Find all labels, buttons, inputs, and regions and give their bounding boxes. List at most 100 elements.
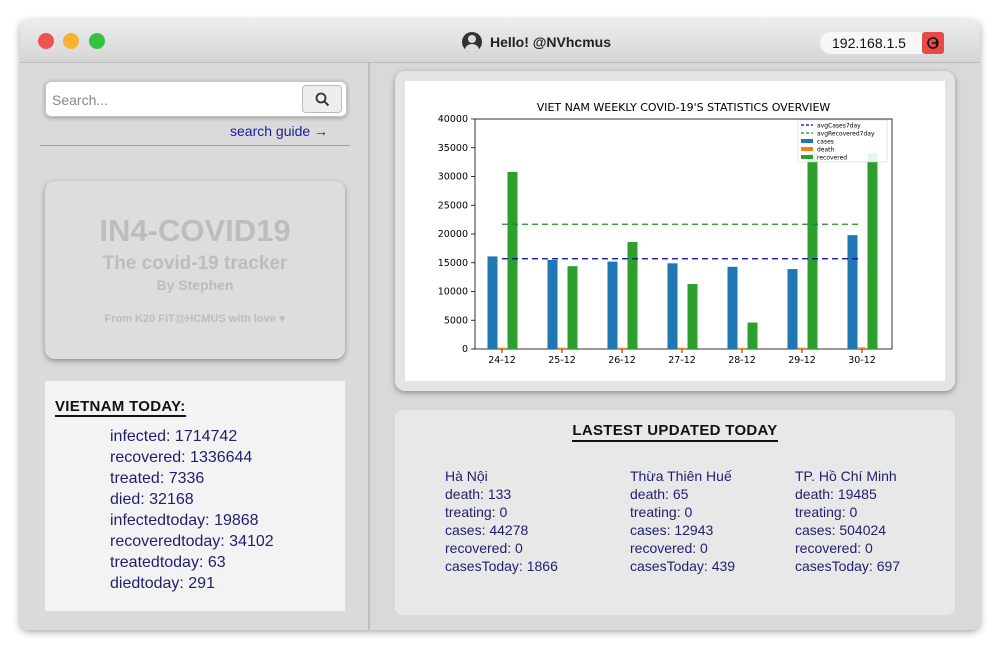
bar-recovered bbox=[867, 152, 878, 349]
legend-swatch-death bbox=[801, 147, 813, 151]
brand-card: IN4-COVID19 The covid-19 tracker By Step… bbox=[45, 181, 345, 359]
app-window: Hello! @NVhcmus 192.168.1.5 search gu bbox=[20, 20, 980, 630]
stat-infected: infected: 1714742 bbox=[110, 428, 238, 445]
legend-label: cases bbox=[817, 139, 834, 146]
city-death: death: 65 bbox=[630, 486, 689, 502]
bar-death bbox=[857, 347, 866, 349]
user-greeting: Hello! @NVhcmus bbox=[462, 32, 611, 52]
city-recovered: recovered: 0 bbox=[630, 540, 708, 556]
latest-updated-card: LASTEST UPDATED TODAY Hà Nội death: 133 … bbox=[395, 410, 955, 615]
city-cases: cases: 44278 bbox=[445, 522, 529, 538]
chart-title: VIET NAM WEEKLY COVID-19'S STATISTICS OV… bbox=[537, 101, 831, 114]
legend-label: recovered bbox=[817, 155, 847, 162]
x-tick-label: 29-12 bbox=[788, 355, 816, 366]
city-name: Thừa Thiên Huế bbox=[630, 468, 732, 484]
y-tick-label: 35000 bbox=[438, 143, 468, 154]
title-bar: Hello! @NVhcmus 192.168.1.5 bbox=[20, 20, 980, 63]
stat-treated: treated: 7336 bbox=[110, 470, 205, 487]
bar-death bbox=[617, 347, 626, 350]
y-tick-label: 10000 bbox=[438, 287, 468, 298]
x-tick-label: 26-12 bbox=[608, 355, 636, 366]
stat-died-today: diedtoday: 291 bbox=[110, 575, 215, 592]
stat-infected-today: infectedtoday: 19868 bbox=[110, 512, 259, 529]
ip-address-text: 192.168.1.5 bbox=[832, 35, 906, 51]
legend-swatch-recovered bbox=[801, 155, 813, 159]
city-cases-today: casesToday: 439 bbox=[630, 558, 736, 574]
stat-died: died: 32168 bbox=[110, 491, 194, 508]
user-avatar-icon bbox=[462, 32, 482, 52]
x-tick-label: 25-12 bbox=[548, 355, 576, 366]
city-death: death: 133 bbox=[445, 486, 512, 502]
bar-death bbox=[557, 347, 566, 350]
logout-button[interactable] bbox=[922, 32, 944, 54]
close-window-button[interactable] bbox=[38, 33, 54, 49]
bar-death bbox=[797, 347, 806, 350]
bar-recovered bbox=[807, 153, 818, 349]
x-tick-label: 28-12 bbox=[728, 355, 756, 366]
vietnam-today-title: VIETNAM TODAY: bbox=[55, 398, 186, 417]
brand-title: IN4-COVID19 bbox=[99, 213, 291, 248]
city-card-hcm: TP. Hồ Chí Minh death: 19485 treating: 0… bbox=[795, 467, 900, 575]
maximize-window-button[interactable] bbox=[89, 33, 105, 49]
chart-area: VIET NAM WEEKLY COVID-19'S STATISTICS OV… bbox=[405, 81, 945, 381]
legend-label: avgCases7day bbox=[817, 123, 861, 130]
vietnam-today-list: infected: 1714742 recovered: 1336644 tre… bbox=[110, 426, 274, 594]
bar-death bbox=[677, 347, 686, 350]
city-cases-today: casesToday: 1866 bbox=[445, 558, 558, 574]
x-tick-label: 30-12 bbox=[848, 355, 876, 366]
stat-recovered-today: recoveredtoday: 34102 bbox=[110, 533, 274, 550]
city-cases: cases: 12943 bbox=[630, 522, 714, 538]
bar-cases bbox=[667, 263, 678, 349]
bar-cases bbox=[847, 235, 858, 349]
legend-label: avgRecovered7day bbox=[817, 131, 875, 138]
weekly-statistics-chart: VIET NAM WEEKLY COVID-19'S STATISTICS OV… bbox=[438, 101, 893, 366]
city-card-hanoi: Hà Nội death: 133 treating: 0 cases: 442… bbox=[445, 467, 558, 575]
chart-card: VIET NAM WEEKLY COVID-19'S STATISTICS OV… bbox=[395, 71, 955, 391]
city-treating: treating: 0 bbox=[630, 504, 693, 520]
brand-subtitle: The covid-19 tracker bbox=[102, 253, 288, 274]
bar-recovered bbox=[567, 266, 578, 349]
bar-cases bbox=[787, 269, 798, 349]
minimize-window-button[interactable] bbox=[63, 33, 79, 49]
bar-cases bbox=[487, 256, 498, 349]
y-tick-label: 5000 bbox=[444, 315, 468, 326]
latest-updated-title: LASTEST UPDATED TODAY bbox=[395, 422, 955, 442]
x-tick-label: 24-12 bbox=[488, 355, 516, 366]
search-icon bbox=[315, 92, 329, 106]
city-recovered: recovered: 0 bbox=[795, 540, 873, 556]
search-guide-link[interactable]: search guide → bbox=[230, 123, 328, 139]
stat-recovered: recovered: 1336644 bbox=[110, 449, 253, 466]
left-panel: search guide → IN4-COVID19 The covid-19 … bbox=[20, 63, 370, 630]
brand-credit: From K20 FIT@HCMUS with love ♥ bbox=[104, 313, 286, 325]
y-tick-label: 40000 bbox=[438, 114, 468, 125]
y-tick-label: 15000 bbox=[438, 258, 468, 269]
bar-recovered bbox=[507, 171, 518, 349]
logout-icon bbox=[927, 37, 940, 49]
search-button[interactable] bbox=[302, 85, 342, 113]
bar-cases bbox=[727, 266, 738, 349]
y-tick-label: 20000 bbox=[438, 229, 468, 240]
bar-death bbox=[497, 347, 506, 350]
city-cases-today: casesToday: 697 bbox=[795, 558, 901, 574]
city-treating: treating: 0 bbox=[795, 504, 858, 520]
y-tick-label: 0 bbox=[462, 344, 468, 355]
bar-cases bbox=[547, 259, 558, 349]
city-recovered: recovered: 0 bbox=[445, 540, 523, 556]
legend-swatch-cases bbox=[801, 139, 813, 143]
search-box bbox=[45, 81, 347, 117]
bar-recovered bbox=[747, 322, 758, 349]
city-death: death: 19485 bbox=[795, 486, 877, 502]
bar-recovered bbox=[687, 284, 698, 349]
city-treating: treating: 0 bbox=[445, 504, 508, 520]
search-input[interactable] bbox=[50, 86, 294, 114]
legend-label: death bbox=[817, 147, 835, 154]
city-name: TP. Hồ Chí Minh bbox=[795, 468, 897, 484]
bar-death bbox=[737, 347, 746, 350]
greeting-text: Hello! @NVhcmus bbox=[490, 34, 612, 50]
brand-author: By Stephen bbox=[156, 277, 234, 293]
city-card-hue: Thừa Thiên Huế death: 65 treating: 0 cas… bbox=[630, 467, 735, 575]
divider bbox=[40, 145, 350, 146]
vietnam-today-panel: VIETNAM TODAY: infected: 1714742 recover… bbox=[45, 381, 345, 611]
latest-updated-title-text: LASTEST UPDATED TODAY bbox=[572, 422, 778, 442]
stat-treated-today: treatedtoday: 63 bbox=[110, 554, 226, 571]
